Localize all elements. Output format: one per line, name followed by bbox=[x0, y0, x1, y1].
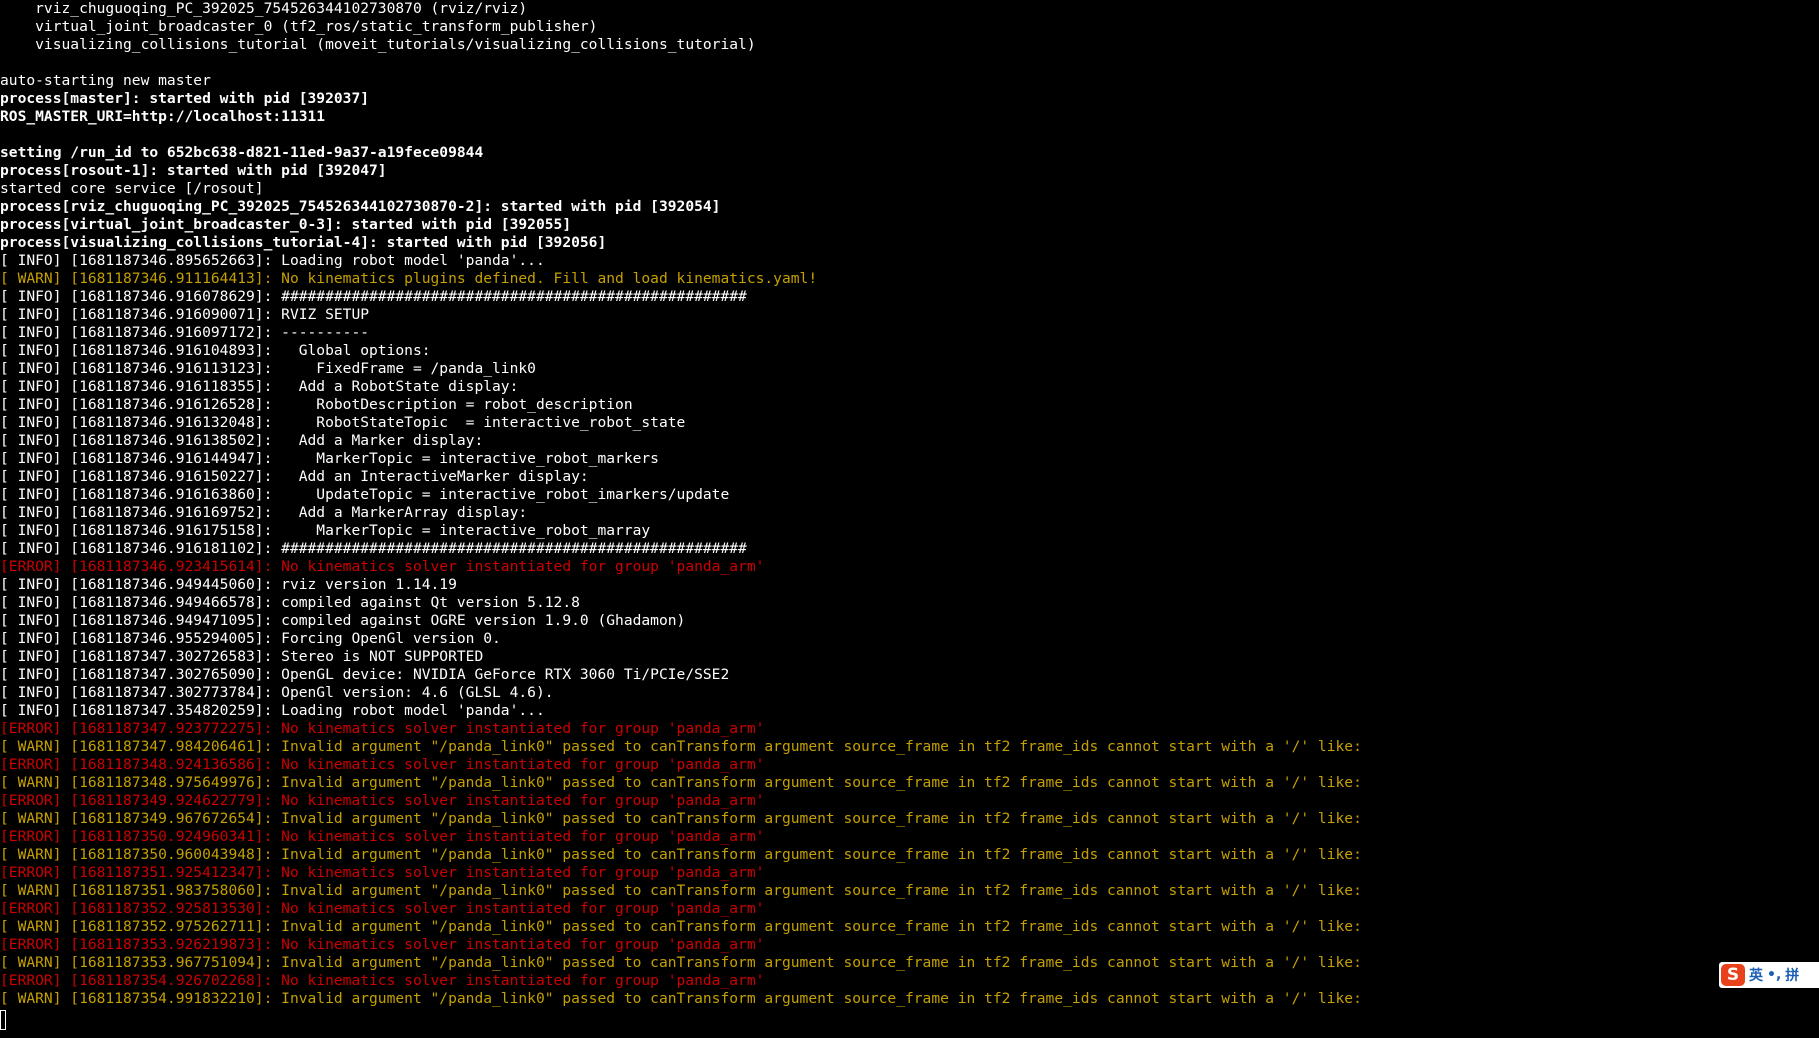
terminal-line-error: [ERROR] [1681187351.925412347]: No kinem… bbox=[0, 864, 765, 881]
sogou-logo-icon[interactable]: S bbox=[1721, 964, 1745, 986]
terminal-line-error: [ERROR] [1681187346.923415614]: No kinem… bbox=[0, 558, 765, 575]
terminal-line-info: [ INFO] [1681187347.302773784]: OpenGl v… bbox=[0, 684, 554, 701]
terminal-line-info: process[master]: started with pid [39203… bbox=[0, 90, 370, 107]
terminal-line-error: [ERROR] [1681187348.924136586]: No kinem… bbox=[0, 756, 765, 773]
terminal-line-info: ROS_MASTER_URI=http://localhost:11311 bbox=[0, 108, 326, 125]
terminal-line-warn: [ WARN] [1681187346.911164413]: No kinem… bbox=[0, 270, 818, 287]
terminal-line-info: process[rosout-1]: started with pid [392… bbox=[0, 162, 387, 179]
terminal-line-info: [ INFO] [1681187346.916118355]: Add a Ro… bbox=[0, 378, 519, 395]
ime-language-toggle[interactable]: 英 bbox=[1749, 965, 1763, 985]
terminal-line-error: [ERROR] [1681187353.926219873]: No kinem… bbox=[0, 936, 765, 953]
terminal-line-info: virtual_joint_broadcaster_0 (tf2_ros/sta… bbox=[0, 18, 598, 35]
terminal-line-info: [ INFO] [1681187346.916181102]: ########… bbox=[0, 540, 747, 557]
text-cursor bbox=[0, 1010, 6, 1030]
terminal-line-info: [ INFO] [1681187346.916097172]: --------… bbox=[0, 324, 370, 341]
terminal-line-info: [ INFO] [1681187346.916138502]: Add a Ma… bbox=[0, 432, 484, 449]
prompt-line[interactable] bbox=[0, 1008, 1819, 1030]
terminal-line-info: [ INFO] [1681187346.955294005]: Forcing … bbox=[0, 630, 501, 647]
terminal-line-info: [ INFO] [1681187346.916104893]: Global o… bbox=[0, 342, 431, 359]
terminal-line-info: auto-starting new master bbox=[0, 72, 211, 89]
terminal-line-error: [ERROR] [1681187349.924622779]: No kinem… bbox=[0, 792, 765, 809]
terminal-line-info: [ INFO] [1681187346.949471095]: compiled… bbox=[0, 612, 686, 629]
terminal-line-info: [ INFO] [1681187346.916078629]: ########… bbox=[0, 288, 747, 305]
terminal-line-info: rviz_chuguoqing_PC_392025_75452634410273… bbox=[0, 0, 528, 17]
terminal-line-info: visualizing_collisions_tutorial (moveit_… bbox=[0, 36, 756, 53]
terminal-line-error: [ERROR] [1681187352.925813530]: No kinem… bbox=[0, 900, 765, 917]
terminal-line-info: started core service [/rosout] bbox=[0, 180, 264, 197]
ime-pinyin-toggle[interactable]: 拼 bbox=[1785, 965, 1799, 985]
terminal-output[interactable]: rviz_chuguoqing_PC_392025_75452634410273… bbox=[0, 0, 1819, 1038]
ime-punctuation-toggle[interactable]: •, bbox=[1767, 967, 1781, 983]
terminal-line-info: [ INFO] [1681187346.949445060]: rviz ver… bbox=[0, 576, 457, 593]
terminal-line-info: [ INFO] [1681187346.895652663]: Loading … bbox=[0, 252, 545, 269]
terminal-line-info bbox=[0, 54, 1819, 72]
terminal-line-info: [ INFO] [1681187346.916090071]: RVIZ SET… bbox=[0, 306, 370, 323]
terminal-line-error: [ERROR] [1681187350.924960341]: No kinem… bbox=[0, 828, 765, 845]
terminal-line-info: process[virtual_joint_broadcaster_0-3]: … bbox=[0, 216, 572, 233]
terminal-line-warn: [ WARN] [1681187349.967672654]: Invalid … bbox=[0, 810, 1362, 827]
terminal-line-info: [ INFO] [1681187346.916144947]: MarkerTo… bbox=[0, 450, 659, 467]
terminal-line-warn: [ WARN] [1681187353.967751094]: Invalid … bbox=[0, 954, 1362, 971]
terminal-line-info: [ INFO] [1681187346.916163860]: UpdateTo… bbox=[0, 486, 730, 503]
terminal-line-warn: [ WARN] [1681187347.984206461]: Invalid … bbox=[0, 738, 1362, 755]
terminal-line-info: [ INFO] [1681187347.354820259]: Loading … bbox=[0, 702, 545, 719]
terminal-line-info: [ INFO] [1681187347.302726583]: Stereo i… bbox=[0, 648, 484, 665]
terminal-line-info bbox=[0, 126, 1819, 144]
terminal-line-info: setting /run_id to 652bc638-d821-11ed-9a… bbox=[0, 144, 484, 161]
terminal-line-info: process[rviz_chuguoqing_PC_392025_754526… bbox=[0, 198, 721, 215]
terminal-line-warn: [ WARN] [1681187351.983758060]: Invalid … bbox=[0, 882, 1362, 899]
terminal-line-info: process[visualizing_collisions_tutorial-… bbox=[0, 234, 607, 251]
terminal-line-info: [ INFO] [1681187346.916126528]: RobotDes… bbox=[0, 396, 633, 413]
terminal-line-warn: [ WARN] [1681187348.975649976]: Invalid … bbox=[0, 774, 1362, 791]
terminal-line-info: [ INFO] [1681187346.916132048]: RobotSta… bbox=[0, 414, 686, 431]
terminal-line-error: [ERROR] [1681187347.923772275]: No kinem… bbox=[0, 720, 765, 737]
terminal-line-info: [ INFO] [1681187347.302765090]: OpenGL d… bbox=[0, 666, 730, 683]
terminal-line-warn: [ WARN] [1681187354.991832210]: Invalid … bbox=[0, 990, 1362, 1007]
terminal-line-info: [ INFO] [1681187346.916169752]: Add a Ma… bbox=[0, 504, 528, 521]
terminal-line-info: [ INFO] [1681187346.949466578]: compiled… bbox=[0, 594, 580, 611]
ime-toolbar[interactable]: S 英 •, 拼 bbox=[1719, 962, 1819, 988]
terminal-line-info: [ INFO] [1681187346.916175158]: MarkerTo… bbox=[0, 522, 651, 539]
terminal-line-error: [ERROR] [1681187354.926702268]: No kinem… bbox=[0, 972, 765, 989]
terminal-line-info: [ INFO] [1681187346.916113123]: FixedFra… bbox=[0, 360, 536, 377]
terminal-line-info: [ INFO] [1681187346.916150227]: Add an I… bbox=[0, 468, 589, 485]
terminal-line-warn: [ WARN] [1681187350.960043948]: Invalid … bbox=[0, 846, 1362, 863]
terminal-line-warn: [ WARN] [1681187352.975262711]: Invalid … bbox=[0, 918, 1362, 935]
terminal-lines: rviz_chuguoqing_PC_392025_75452634410273… bbox=[0, 0, 1819, 1008]
